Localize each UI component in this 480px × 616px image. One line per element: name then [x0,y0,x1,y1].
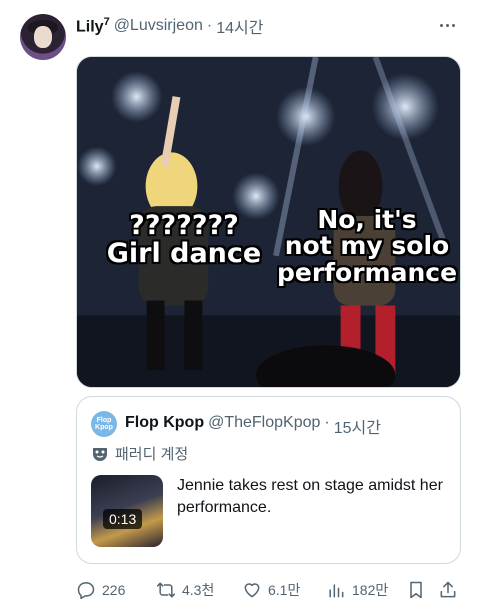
author-display-name[interactable]: Lily7 [76,16,110,36]
like-count: 6.1만 [268,582,301,598]
theater-mask-icon [93,447,107,461]
meme-caption-left: ??????? Girl dance [106,210,262,270]
parody-account-label: 패러디 계정 [91,443,188,464]
avatar-face [34,26,52,48]
bookmark-icon [410,581,422,599]
author-name-badge: 7 [103,15,110,28]
quoted-author-handle[interactable]: @TheFlopKpop [208,414,320,438]
more-options-button[interactable] [436,14,458,36]
quoted-video-thumbnail[interactable]: 0:13 [91,475,163,547]
header-separator: · [206,17,213,34]
tweet-header: Lily7 @Luvsirjeon · 14시간 [76,15,263,37]
author-avatar[interactable] [20,14,66,60]
bookmark-button[interactable] [406,576,426,604]
quoted-header-separator: · [324,414,330,431]
author-handle[interactable]: @Luvsirjeon [114,17,203,35]
like-button[interactable]: 6.1만 [242,576,300,604]
quoted-author-display-name[interactable]: Flop Kpop [125,414,204,438]
share-icon [440,581,456,598]
more-dot-icon [439,23,443,27]
quoted-tweet-timestamp[interactable]: 15시간 [334,414,381,438]
retweet-count: 4.3천 [182,582,215,598]
parody-label-text: 패러디 계정 [115,446,189,463]
tweet-media-image[interactable]: ??????? Girl dance No, it's not my solo … [76,56,461,388]
view-count: 182만 [352,582,389,598]
reply-button[interactable]: 226 [76,576,125,604]
quoted-tweet-header: Flop Kpop @TheFlopKpop · 15시간 [125,414,381,438]
views-chart-icon [329,584,344,598]
tweet-timestamp[interactable]: 14시간 [216,14,263,38]
reply-icon [77,582,95,600]
more-dot-icon [451,23,455,27]
heart-icon [244,583,260,598]
more-dot-icon [445,23,449,27]
quoted-tweet-card[interactable]: Flop Kpop Flop Kpop @TheFlopKpop · 15시간 … [76,396,461,564]
meme-caption-right: No, it's not my solo performance [277,205,458,287]
views-button[interactable]: 182만 [326,576,388,604]
video-duration: 0:13 [103,509,143,529]
reply-count: 226 [102,582,126,598]
retweet-button[interactable]: 4.3천 [156,576,214,604]
quoted-author-avatar[interactable]: Flop Kpop [91,411,117,437]
quoted-tweet-text: Jennie takes rest on stage amidst her pe… [177,477,443,517]
retweet-icon [156,582,176,598]
tweet: Lily7 @Luvsirjeon · 14시간 ??????? Girl da… [0,0,480,616]
tweet-actions-bar: 226 4.3천 6.1만 182만 [76,576,461,604]
share-button[interactable] [438,576,458,604]
quoted-avatar-text: Flop Kpop [95,417,113,431]
